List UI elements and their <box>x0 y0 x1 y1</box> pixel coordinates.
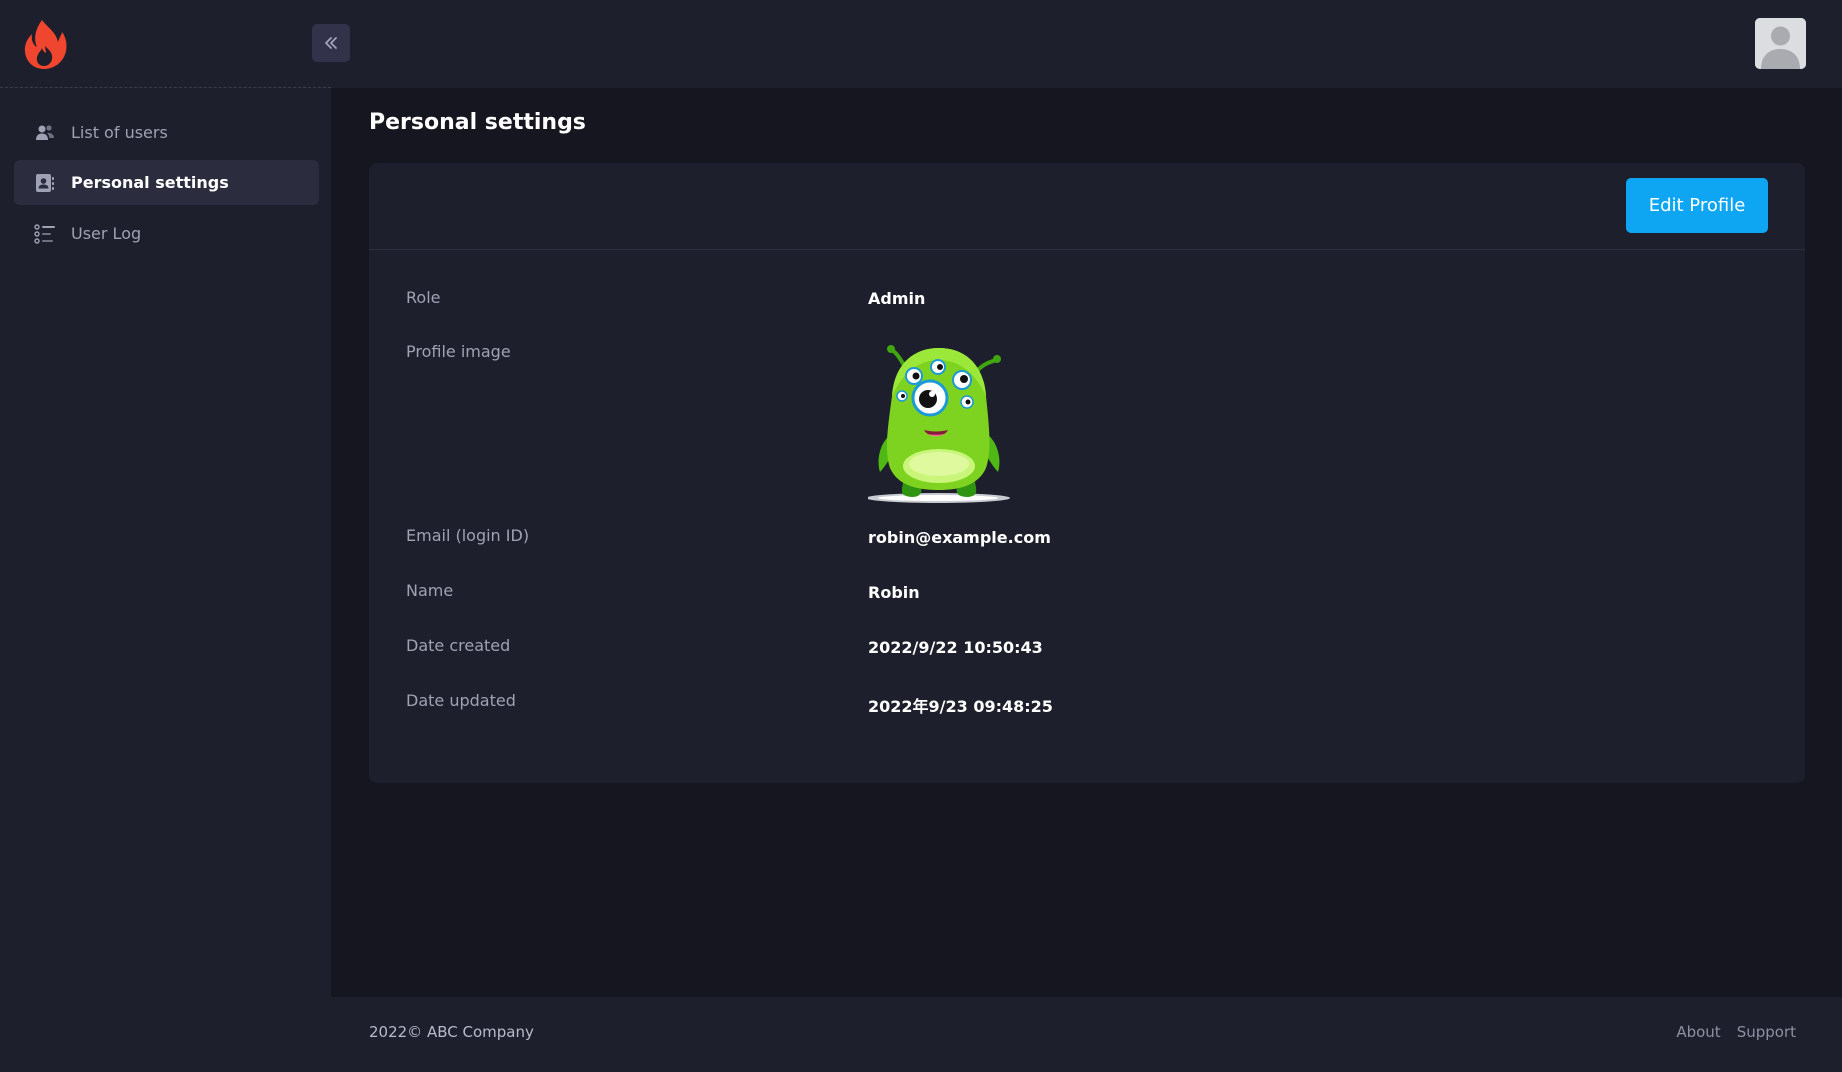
role-value: Admin <box>868 289 926 308</box>
user-avatar-icon <box>1755 18 1806 69</box>
page-title: Personal settings <box>369 110 586 135</box>
name-value: Robin <box>868 583 920 602</box>
edit-profile-button[interactable]: Edit Profile <box>1626 178 1768 233</box>
contact-card-icon <box>34 172 56 194</box>
sidebar-item-user-log[interactable]: User Log <box>14 211 319 256</box>
card-header: Edit Profile <box>369 163 1805 250</box>
footer-links: About Support <box>1676 1023 1796 1041</box>
profile-image-label: Profile image <box>406 342 511 361</box>
brand-area <box>0 0 350 88</box>
sidebar: List of users Personal settings User Log <box>0 88 331 1072</box>
sidebar-item-label: List of users <box>71 123 168 142</box>
flame-icon[interactable] <box>22 18 68 70</box>
date-created-value: 2022/9/22 10:50:43 <box>868 638 1043 657</box>
users-icon <box>34 122 56 144</box>
sidebar-item-label: User Log <box>71 224 142 243</box>
email-value: robin@example.com <box>868 528 1051 547</box>
footer-link-support[interactable]: Support <box>1737 1023 1796 1041</box>
sidebar-item-personal-settings[interactable]: Personal settings <box>14 160 319 205</box>
email-label: Email (login ID) <box>406 526 530 545</box>
footer-copyright: 2022© ABC Company <box>369 1023 534 1041</box>
profile-card: Edit Profile Role Admin Profile image Em… <box>369 163 1805 783</box>
double-chevron-left-icon <box>325 37 337 49</box>
footer: 2022© ABC Company About Support <box>331 997 1842 1072</box>
name-label: Name <box>406 581 454 600</box>
role-label: Role <box>406 288 441 307</box>
top-header <box>0 0 1842 88</box>
footer-link-about[interactable]: About <box>1676 1023 1720 1041</box>
sidebar-item-list-of-users[interactable]: List of users <box>14 110 319 155</box>
sidebar-item-label: Personal settings <box>71 173 229 192</box>
date-created-label: Date created <box>406 636 511 655</box>
date-updated-value: 2022年9/23 09:48:25 <box>868 697 1053 716</box>
profile-image-monster <box>868 345 1010 503</box>
user-avatar[interactable] <box>1755 18 1806 69</box>
date-updated-label: Date updated <box>406 691 516 710</box>
list-icon <box>34 223 56 245</box>
sidebar-collapse-button[interactable] <box>312 24 350 62</box>
